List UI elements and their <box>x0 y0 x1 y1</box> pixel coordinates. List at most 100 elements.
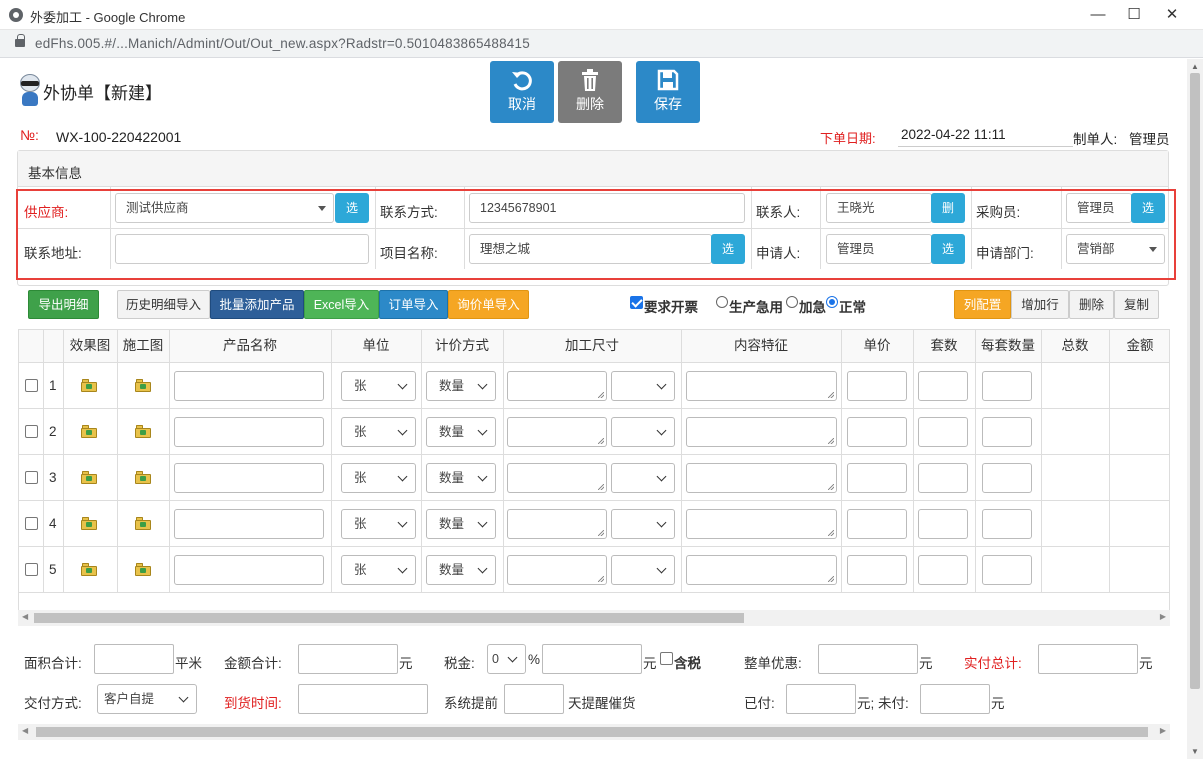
sets-input[interactable] <box>918 463 968 493</box>
sets-input[interactable] <box>918 555 968 585</box>
unit-price-input[interactable] <box>847 371 907 401</box>
amount-total-input[interactable] <box>298 644 398 674</box>
tax-input[interactable] <box>542 644 642 674</box>
paid-input[interactable] <box>786 684 856 714</box>
maximize-button[interactable]: ☐ <box>1122 4 1146 26</box>
total-input[interactable] <box>1038 644 1138 674</box>
page-vertical-scrollbar[interactable]: ▲ ▼ <box>1187 59 1203 759</box>
pricing-select[interactable]: 数量 <box>426 417 496 447</box>
export-detail-button[interactable]: 导出明细 <box>28 290 99 319</box>
pricing-select[interactable]: 数量 <box>426 463 496 493</box>
construction-image-icon[interactable] <box>135 425 151 438</box>
size-textarea[interactable] <box>507 509 607 539</box>
scroll-left-icon[interactable]: ◀ <box>22 612 28 621</box>
qty-per-set-input[interactable] <box>982 417 1032 447</box>
delete-row-button[interactable]: 删除 <box>1069 290 1114 319</box>
delivery-select[interactable]: 客户自提 <box>97 684 197 714</box>
size-unit-select[interactable] <box>611 371 675 401</box>
discount-input[interactable] <box>818 644 918 674</box>
product-name-input[interactable] <box>174 463 324 493</box>
unit-select[interactable]: 张 <box>341 417 416 447</box>
tax-included-checkbox[interactable] <box>660 652 673 665</box>
scroll-left-icon[interactable]: ◀ <box>22 726 28 735</box>
history-import-button[interactable]: 历史明细导入 <box>117 290 210 319</box>
pricing-select[interactable]: 数量 <box>426 509 496 539</box>
unit-price-input[interactable] <box>847 555 907 585</box>
unit-select[interactable]: 张 <box>341 463 416 493</box>
sets-input[interactable] <box>918 417 968 447</box>
row-checkbox[interactable] <box>25 517 38 530</box>
size-textarea[interactable] <box>507 555 607 585</box>
address-bar[interactable]: edFhs.005.#/...Manich/Admint/Out/Out_new… <box>0 30 1203 58</box>
construction-image-icon[interactable] <box>135 563 151 576</box>
copy-row-button[interactable]: 复制 <box>1114 290 1159 319</box>
normal-radio[interactable] <box>826 296 838 308</box>
size-textarea[interactable] <box>507 463 607 493</box>
qty-per-set-input[interactable] <box>982 371 1032 401</box>
product-name-input[interactable] <box>174 417 324 447</box>
effect-image-icon[interactable] <box>81 471 97 484</box>
scroll-down-icon[interactable]: ▼ <box>1191 747 1199 756</box>
effect-image-icon[interactable] <box>81 379 97 392</box>
scrollbar-thumb[interactable] <box>34 613 744 623</box>
arrival-time-input[interactable] <box>298 684 428 714</box>
row-checkbox[interactable] <box>25 379 38 392</box>
area-total-input[interactable] <box>94 644 174 674</box>
effect-image-icon[interactable] <box>81 563 97 576</box>
grid-horizontal-scrollbar[interactable]: ◀ ▶ <box>18 610 1170 626</box>
content-textarea[interactable] <box>686 555 837 585</box>
construction-image-icon[interactable] <box>135 471 151 484</box>
pricing-select[interactable]: 数量 <box>426 371 496 401</box>
sets-input[interactable] <box>918 509 968 539</box>
unit-select[interactable]: 张 <box>341 555 416 585</box>
qty-per-set-input[interactable] <box>982 509 1032 539</box>
row-checkbox[interactable] <box>25 425 38 438</box>
batch-add-button[interactable]: 批量添加产品 <box>210 290 304 319</box>
minimize-button[interactable]: — <box>1086 4 1110 26</box>
scrollbar-thumb[interactable] <box>36 727 1148 737</box>
qty-per-set-input[interactable] <box>982 463 1032 493</box>
pricing-select[interactable]: 数量 <box>426 555 496 585</box>
row-checkbox[interactable] <box>25 471 38 484</box>
size-textarea[interactable] <box>507 417 607 447</box>
unit-select[interactable]: 张 <box>341 371 416 401</box>
remind-days-input[interactable] <box>504 684 564 714</box>
product-name-input[interactable] <box>174 509 324 539</box>
invoice-checkbox[interactable] <box>630 296 643 309</box>
unit-price-input[interactable] <box>847 463 907 493</box>
size-unit-select[interactable] <box>611 555 675 585</box>
construction-image-icon[interactable] <box>135 379 151 392</box>
size-unit-select[interactable] <box>611 417 675 447</box>
content-textarea[interactable] <box>686 509 837 539</box>
effect-image-icon[interactable] <box>81 425 97 438</box>
scrollbar-thumb[interactable] <box>1190 73 1200 689</box>
unpaid-input[interactable] <box>920 684 990 714</box>
unit-price-input[interactable] <box>847 509 907 539</box>
unit-price-input[interactable] <box>847 417 907 447</box>
unit-select[interactable]: 张 <box>341 509 416 539</box>
tax-rate-select[interactable]: 0 <box>487 644 526 674</box>
size-unit-select[interactable] <box>611 463 675 493</box>
close-button[interactable]: ✕ <box>1160 4 1184 26</box>
scroll-right-icon[interactable]: ▶ <box>1160 612 1166 621</box>
sets-input[interactable] <box>918 371 968 401</box>
scroll-right-icon[interactable]: ▶ <box>1160 726 1166 735</box>
urgent-prod-radio[interactable] <box>716 296 728 308</box>
save-button[interactable]: 保存 <box>636 61 700 123</box>
content-textarea[interactable] <box>686 417 837 447</box>
qty-per-set-input[interactable] <box>982 555 1032 585</box>
urgent-radio[interactable] <box>786 296 798 308</box>
order-date-input[interactable]: 2022-04-22 11:11 <box>898 125 1073 147</box>
product-name-input[interactable] <box>174 555 324 585</box>
row-checkbox[interactable] <box>25 563 38 576</box>
page-horizontal-scrollbar[interactable]: ◀ ▶ <box>18 724 1170 740</box>
delete-button[interactable]: 删除 <box>558 61 622 123</box>
scroll-up-icon[interactable]: ▲ <box>1191 62 1199 71</box>
add-row-button[interactable]: 增加行 <box>1011 290 1069 319</box>
order-import-button[interactable]: 订单导入 <box>379 290 448 319</box>
construction-image-icon[interactable] <box>135 517 151 530</box>
size-textarea[interactable] <box>507 371 607 401</box>
quote-import-button[interactable]: 询价单导入 <box>448 290 529 319</box>
excel-import-button[interactable]: Excel导入 <box>304 290 379 319</box>
product-name-input[interactable] <box>174 371 324 401</box>
